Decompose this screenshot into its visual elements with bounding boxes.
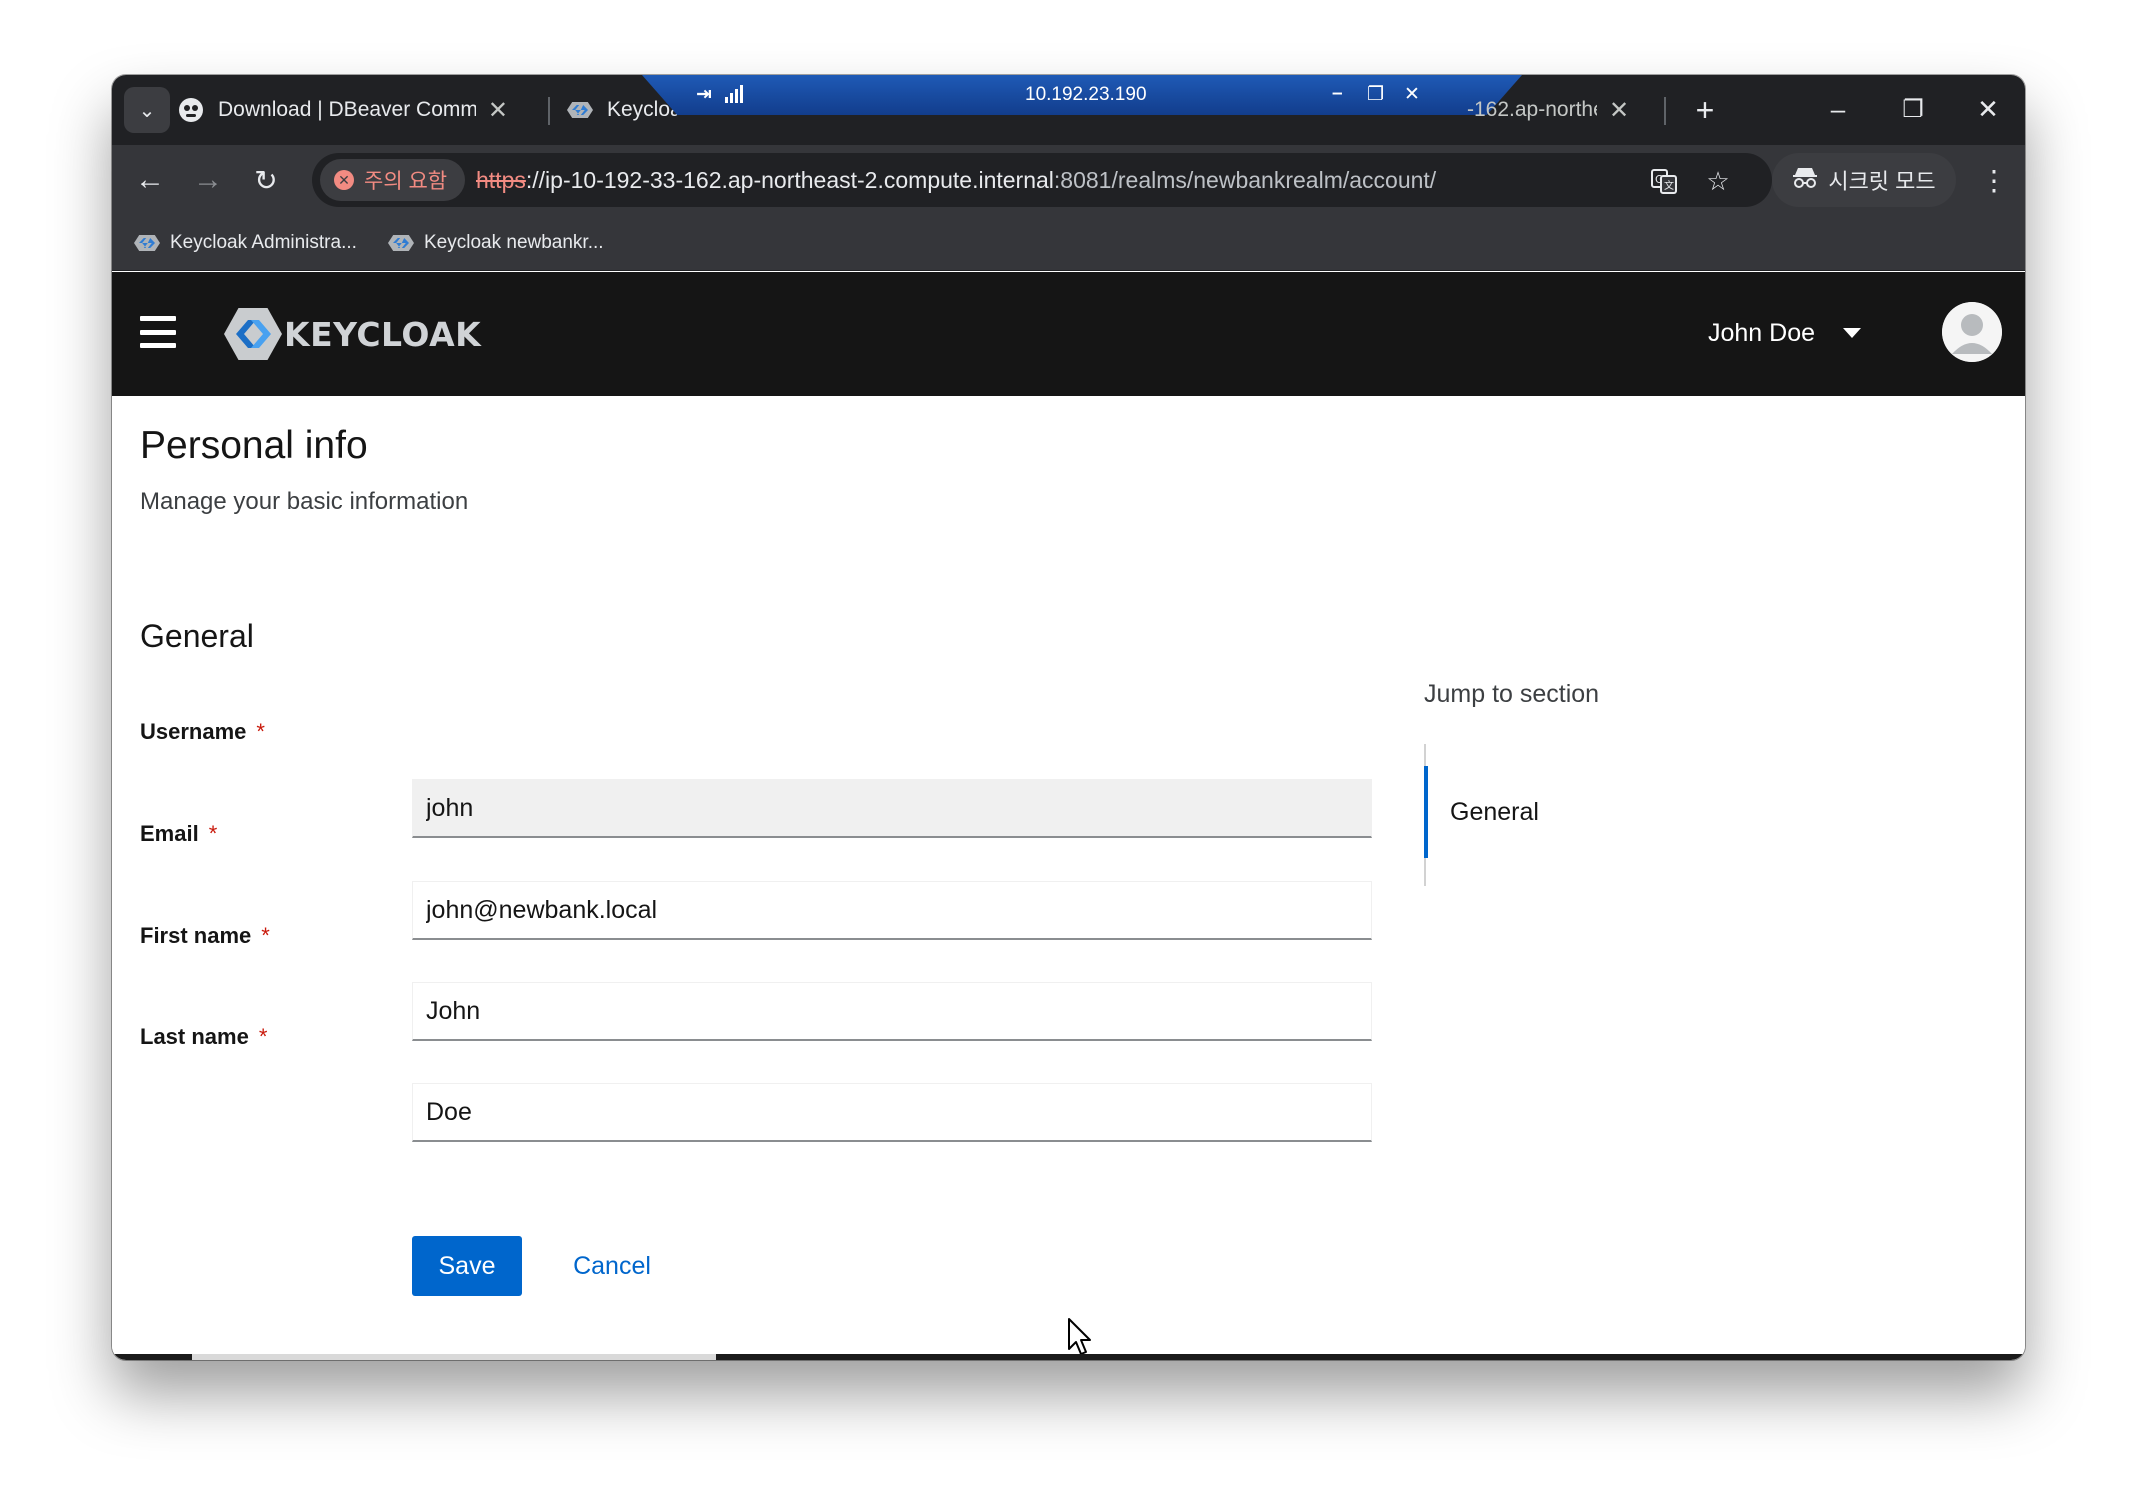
first-name-field[interactable] [412,982,1372,1041]
page-subtitle: Manage your basic information [140,488,469,515]
save-button[interactable]: Save [412,1236,522,1296]
tab-strip: ⌄ Download | DBeaver Commur ✕ Keycloak ⇥… [112,75,2025,145]
bookmark-keycloak-newbank[interactable]: Keycloak newbankr... [388,225,604,261]
required-marker: * [256,719,265,744]
email-field[interactable] [412,881,1372,940]
reload-button[interactable]: ↻ [242,157,290,203]
avatar[interactable] [1942,302,2002,362]
jump-link-general[interactable]: General [1424,766,1724,858]
scrollbar-thumb[interactable] [192,1354,716,1360]
bookmarks-bar: Keycloak Administra... Keycloak newbankr… [112,215,2025,271]
field-label-text: Username [140,719,247,744]
url-scheme: https [476,167,526,193]
tab-search-button[interactable]: ⌄ [124,87,170,133]
field-label-text: Last name [140,1024,249,1049]
main-content: Personal info Manage your basic informat… [112,396,2025,1360]
forward-button[interactable]: → [184,157,232,203]
hamburger-menu-icon[interactable] [140,316,176,348]
bookmark-keycloak-admin[interactable]: Keycloak Administra... [134,225,357,261]
keycloak-icon [134,235,160,251]
tab-separator [1664,97,1666,125]
close-icon[interactable]: ✕ [1609,96,1629,125]
translate-icon[interactable]: G文 [1646,163,1682,199]
security-warning-chip[interactable]: ✕ 주의 요함 [320,159,466,201]
remote-address: 10.192.23.190 [1025,84,1147,105]
url-host: ://ip-10-192-33-162.ap-northeast-2.compu… [525,167,1054,193]
reload-icon: ↻ [254,164,278,196]
plus-icon: + [1695,91,1715,128]
bookmark-label: Keycloak newbankr... [424,232,604,253]
tab-separator [548,97,550,125]
keycloak-logo[interactable]: KEYCLOAK [224,306,481,362]
minimize-icon: – [1830,93,1846,124]
signal-icon [724,83,744,109]
back-button[interactable]: ← [126,157,174,203]
keycloak-header: KEYCLOAK John Doe [112,272,2025,396]
keycloak-icon [567,97,593,123]
browser-window: ⌄ Download | DBeaver Commur ✕ Keycloak ⇥… [112,75,2025,1360]
required-marker: * [261,923,270,948]
last-name-label: Last name * [140,1024,267,1050]
tab-title: -162.ap-northea [1467,98,1597,121]
user-name: John Doe [1708,318,1816,347]
incognito-label: 시크릿 모드 [1828,169,1936,194]
incognito-badge[interactable]: 시크릿 모드 [1772,153,1956,207]
close-icon: ✕ [1977,93,1999,124]
section-title: General [140,618,254,654]
keycloak-icon [388,235,414,251]
tab-dbeaver[interactable]: Download | DBeaver Commur ✕ [178,87,508,133]
horizontal-scrollbar[interactable] [112,1354,2025,1360]
browser-toolbar: ← → ↻ ✕ 주의 요함 https://ip-10-192-33-162.a… [112,145,2025,215]
required-marker: * [208,821,218,846]
star-icon[interactable]: ☆ [1700,163,1736,199]
caret-down-icon [1843,328,1862,338]
mouse-cursor-icon [1068,1318,1091,1355]
first-name-label: First name * [140,923,270,949]
tab-title: Download | DBeaver Commur [218,98,476,121]
last-name-field[interactable] [412,1083,1372,1142]
dbeaver-icon [178,97,204,123]
username-field[interactable] [412,779,1372,838]
close-icon[interactable]: ✕ [488,96,508,125]
arrow-right-icon: → [193,163,223,196]
url-text[interactable]: https://ip-10-192-33-162.ap-northeast-2.… [476,167,1436,194]
tab-keycloak-account[interactable]: -162.ap-northea ✕ [1467,87,1667,133]
username-label: Username * [140,719,265,745]
warning-icon: ✕ [334,170,354,190]
user-avatar-icon [1942,302,2002,362]
bookmark-label: Keycloak Administra... [170,232,357,253]
security-label: 주의 요함 [364,170,448,193]
jump-to-section-title: Jump to section [1424,680,1600,708]
close-icon[interactable]: ✕ [1404,83,1420,106]
window-minimize-button[interactable]: – [1803,83,1873,135]
cancel-button[interactable]: Cancel [552,1236,672,1296]
arrow-left-icon: ← [135,163,165,196]
email-label: Email * [140,821,217,847]
remote-connection-bar: ⇥ 10.192.23.190 – ❐ ✕ [642,75,1522,115]
svg-text:文: 文 [1664,179,1674,192]
required-marker: * [258,1024,268,1049]
window-restore-button[interactable]: ❐ [1878,83,1948,135]
user-dropdown[interactable]: John Doe [1708,310,1862,356]
minimize-icon[interactable]: – [1332,83,1343,105]
restore-icon[interactable]: ❐ [1367,83,1384,106]
pin-icon[interactable]: ⇥ [696,83,712,106]
window-close-button[interactable]: ✕ [1953,83,2023,135]
url-path: :8081/realms/newbankrealm/account/ [1053,167,1437,193]
page-title: Personal info [140,424,368,467]
field-label-text: Email [140,821,199,846]
field-label-text: First name [140,923,252,948]
incognito-icon [1792,165,1818,195]
more-vert-icon: ⋮ [1980,164,2008,196]
logo-text: KEYCLOAK [284,314,482,354]
new-tab-button[interactable]: + [1682,87,1728,133]
keycloak-logo-icon [224,308,282,360]
chevron-down-icon: ⌄ [138,99,156,122]
browser-menu-button[interactable]: ⋮ [1974,157,2014,203]
restore-icon: ❐ [1902,95,1924,123]
jump-link-label: General [1450,797,1539,826]
address-bar[interactable]: ✕ 주의 요함 https://ip-10-192-33-162.ap-nort… [312,153,1772,207]
